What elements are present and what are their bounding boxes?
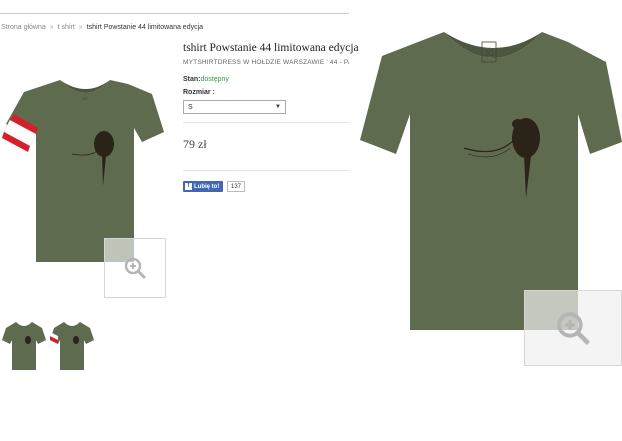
zoom-button-small[interactable] [104, 238, 166, 298]
thumbnail-2[interactable] [50, 320, 94, 372]
divider [183, 170, 349, 171]
magnifier-plus-icon [124, 257, 147, 280]
breadcrumb-home[interactable]: Strona główna [1, 24, 46, 31]
like-label: Lubię to! [194, 183, 220, 190]
like-count: 137 [227, 181, 246, 192]
size-label: Rozmiar : [183, 89, 215, 96]
facebook-like-button[interactable]: f Lubię to! [183, 181, 224, 192]
breadcrumb-current: tshirt Powstanie 44 limitowana edycja [86, 24, 204, 31]
chevron-down-icon: ▼ [275, 104, 281, 110]
product-subtitle: MYTSHIRTDRESS W HOŁDZIE WARSZAWIE ' 44 -… [183, 59, 349, 66]
breadcrumb-separator-icon: » [78, 24, 83, 31]
svg-text:JG: JG [484, 49, 494, 58]
thumbnail-1[interactable] [2, 320, 46, 372]
size-select-value: S [188, 103, 193, 111]
facebook-icon: f [185, 183, 192, 190]
product-price: 79 zł [183, 137, 207, 151]
breadcrumb: Strona główna» t shirt» tshirt Powstanie 4… [1, 24, 203, 31]
zoom-button-large[interactable] [524, 290, 622, 366]
divider [183, 122, 349, 123]
product-title: tshirt Powstanie 44 limitowana edycja [183, 42, 359, 54]
stock-label: Stan: [183, 76, 201, 83]
top-divider [0, 13, 349, 14]
magnifier-plus-icon [557, 312, 591, 346]
breadcrumb-category[interactable]: t shirt [58, 24, 75, 31]
size-select[interactable]: S ▼ [183, 100, 286, 114]
stock-status: Stan:dostępny [183, 76, 229, 83]
svg-text:JG: JG [82, 96, 87, 101]
stock-value: dostępny [200, 76, 229, 83]
breadcrumb-separator-icon: » [49, 24, 54, 31]
